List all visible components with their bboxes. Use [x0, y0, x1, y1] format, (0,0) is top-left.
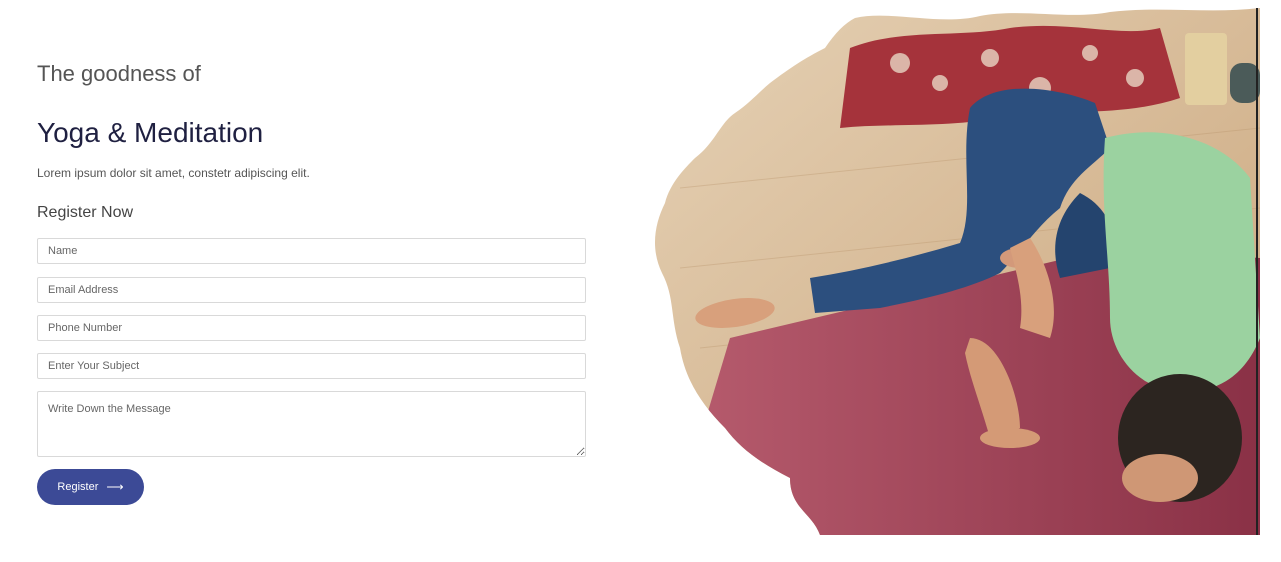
page: The goodness of Yoga & Meditation Lorem … — [0, 0, 1281, 562]
message-textarea[interactable] — [37, 391, 586, 457]
email-input[interactable] — [37, 277, 586, 303]
register-button-label: Register — [57, 481, 99, 493]
form-title: Register Now — [37, 204, 134, 221]
hero-title: Yoga & Meditation — [37, 117, 264, 148]
register-button[interactable]: Register ⟶ — [37, 469, 144, 505]
name-input[interactable] — [37, 238, 586, 264]
scrollbar-edge — [1256, 8, 1258, 535]
yoga-photo — [654, 8, 1260, 535]
hero-subtitle: The goodness of — [37, 61, 201, 86]
arrow-right-icon: ⟶ — [106, 480, 124, 494]
phone-input[interactable] — [37, 315, 586, 341]
hero-lead-text: Lorem ipsum dolor sit amet, constetr adi… — [37, 166, 310, 180]
subject-input[interactable] — [37, 353, 586, 379]
